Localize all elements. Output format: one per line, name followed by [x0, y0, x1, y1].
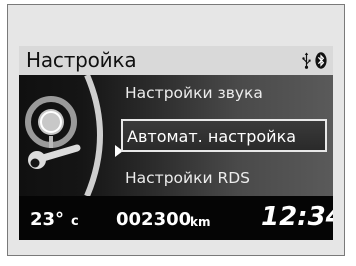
display-frame: Настройка Настройки звука Автомат. настр… — [7, 4, 345, 256]
bluetooth-icon — [315, 52, 327, 69]
usb-icon — [302, 52, 311, 69]
temperature-unit: c — [71, 214, 79, 229]
menu-item-auto-tuning[interactable]: Автомат. настройка — [121, 119, 327, 152]
odometer-value: 002300 — [116, 209, 192, 230]
odometer-unit: km — [190, 215, 211, 229]
infotainment-screen: Настройка Настройки звука Автомат. настр… — [19, 46, 333, 240]
menu-item-rds-settings[interactable]: Настройки RDS — [125, 164, 250, 192]
arc-decoration-icon — [84, 75, 103, 196]
temperature-value: 23° — [30, 209, 65, 230]
microphone-wrench-icon — [25, 96, 81, 169]
menu-panel: Настройки звука Автомат. настройка Настр… — [19, 75, 333, 196]
page-title: Настройка — [26, 48, 137, 72]
header-bar: Настройка — [19, 46, 333, 75]
clock: 12:34 — [261, 202, 333, 232]
status-bar: 23° c 002300 km 12:34 — [19, 196, 333, 240]
menu-item-sound-settings[interactable]: Настройки звука — [125, 79, 263, 107]
